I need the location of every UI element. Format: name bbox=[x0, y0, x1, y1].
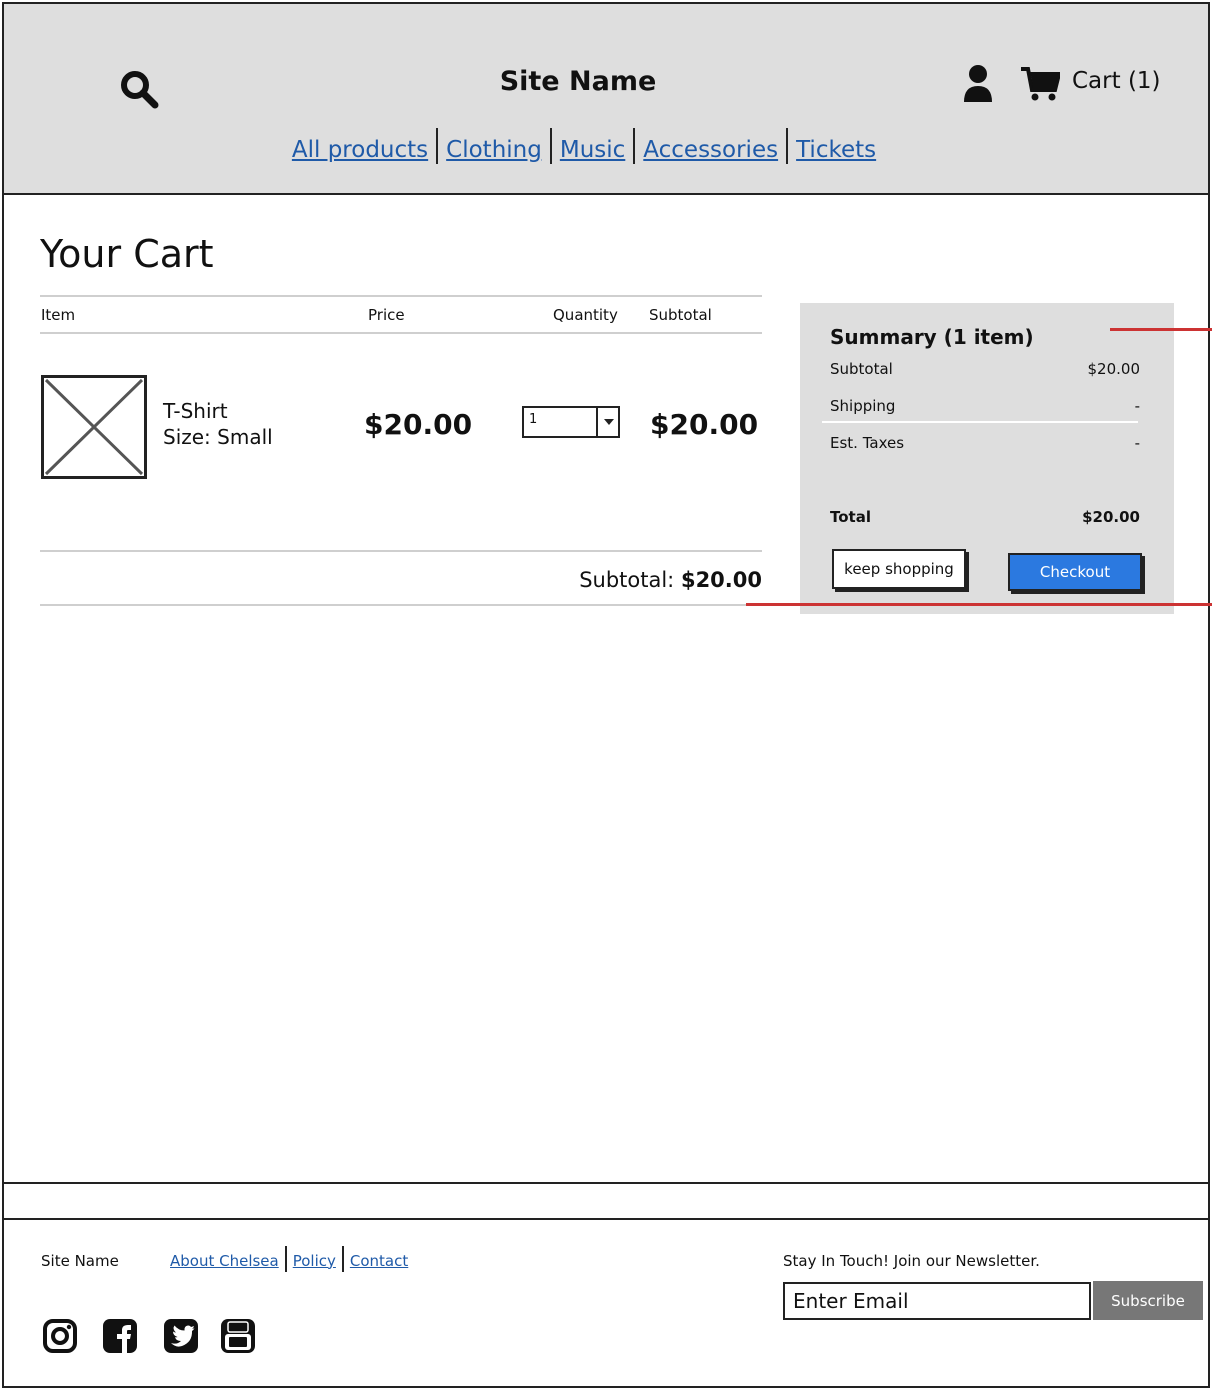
summary-shipping-row: Shipping - bbox=[830, 397, 1140, 415]
cart-item-price: $20.00 bbox=[364, 408, 473, 441]
footer-site-name: Site Name bbox=[41, 1252, 119, 1270]
summary-total-value: $20.00 bbox=[1082, 508, 1140, 526]
subscribe-button[interactable]: Subscribe bbox=[1093, 1281, 1203, 1320]
summary-shipping-value: - bbox=[1134, 397, 1140, 415]
summary-total-row: Total $20.00 bbox=[830, 508, 1140, 526]
table-footer-rule bbox=[40, 604, 762, 606]
twitter-icon[interactable] bbox=[163, 1318, 199, 1354]
summary-taxes-label: Est. Taxes bbox=[830, 434, 905, 452]
cart-subtotal-value: $20.00 bbox=[680, 568, 762, 592]
nav-divider bbox=[549, 128, 552, 164]
user-icon[interactable] bbox=[962, 64, 994, 104]
facebook-icon[interactable] bbox=[102, 1318, 138, 1354]
cart-item-subtotal: $20.00 bbox=[650, 408, 759, 441]
table-bottom-rule bbox=[40, 550, 762, 552]
instagram-icon[interactable] bbox=[42, 1318, 78, 1354]
column-header-subtotal: Subtotal bbox=[649, 306, 712, 324]
cart-icon[interactable] bbox=[1020, 66, 1060, 102]
nav-divider bbox=[786, 128, 789, 164]
newsletter-label: Stay In Touch! Join our Newsletter. bbox=[783, 1252, 1040, 1270]
table-header-rule bbox=[40, 332, 762, 334]
quantity-select[interactable]: 1 bbox=[522, 406, 620, 438]
cart-link[interactable]: Cart (1) bbox=[1072, 68, 1161, 94]
footer-links: About Chelsea Policy Contact bbox=[164, 1246, 414, 1274]
summary-total-label: Total bbox=[830, 508, 871, 526]
nav-divider bbox=[436, 128, 439, 164]
nav-accessories[interactable]: Accessories bbox=[637, 137, 784, 163]
cart-item-size: Size: Small bbox=[163, 425, 273, 449]
cart-item-details: T-Shirt Size: Small bbox=[163, 398, 273, 450]
quantity-value: 1 bbox=[529, 412, 538, 427]
column-header-quantity: Quantity bbox=[553, 306, 618, 324]
footer-link-about[interactable]: About Chelsea bbox=[164, 1252, 285, 1270]
footer-link-divider bbox=[284, 1246, 287, 1272]
cart-subtotal: Subtotal: $20.00 bbox=[579, 568, 762, 592]
nav-tickets[interactable]: Tickets bbox=[790, 137, 882, 163]
product-image-placeholder bbox=[41, 375, 147, 479]
cart-item-name[interactable]: T-Shirt bbox=[163, 398, 273, 424]
table-top-rule bbox=[40, 295, 762, 297]
nav-clothing[interactable]: Clothing bbox=[440, 137, 548, 163]
nav-all-products[interactable]: All products bbox=[286, 137, 434, 163]
footer-link-policy[interactable]: Policy bbox=[287, 1252, 342, 1270]
cart-subtotal-label: Subtotal: bbox=[579, 568, 675, 592]
nav-divider bbox=[633, 128, 636, 164]
footer-link-contact[interactable]: Contact bbox=[344, 1252, 414, 1270]
annotation-line bbox=[746, 603, 1212, 606]
chevron-down-icon[interactable] bbox=[596, 408, 618, 436]
summary-divider bbox=[822, 421, 1138, 423]
site-header: Site Name Cart (1) All products Clothing M… bbox=[2, 2, 1210, 195]
page-title: Your Cart bbox=[40, 232, 214, 276]
footer-band bbox=[2, 1182, 1210, 1220]
page-frame bbox=[2, 2, 1210, 1388]
summary-subtotal-row: Subtotal $20.00 bbox=[830, 360, 1140, 378]
summary-subtotal-label: Subtotal bbox=[830, 360, 893, 378]
footer-link-divider bbox=[341, 1246, 344, 1272]
order-summary: Summary (1 item) Subtotal $20.00 Shippin… bbox=[800, 303, 1174, 614]
column-header-item: Item bbox=[41, 306, 76, 324]
summary-taxes-row: Est. Taxes - bbox=[830, 434, 1140, 452]
summary-subtotal-value: $20.00 bbox=[1087, 360, 1141, 378]
column-header-price: Price bbox=[368, 306, 405, 324]
youtube-icon[interactable] bbox=[220, 1318, 256, 1354]
annotation-line bbox=[1110, 328, 1212, 331]
email-field[interactable]: Enter Email bbox=[783, 1282, 1091, 1320]
summary-taxes-value: - bbox=[1134, 434, 1140, 452]
summary-shipping-label: Shipping bbox=[830, 397, 896, 415]
main-nav: All products Clothing Music Accessories Tick… bbox=[4, 128, 1164, 168]
nav-music[interactable]: Music bbox=[554, 137, 631, 163]
keep-shopping-button[interactable]: keep shopping bbox=[832, 549, 966, 589]
checkout-button[interactable]: Checkout bbox=[1008, 553, 1142, 591]
summary-title: Summary (1 item) bbox=[830, 325, 1034, 349]
